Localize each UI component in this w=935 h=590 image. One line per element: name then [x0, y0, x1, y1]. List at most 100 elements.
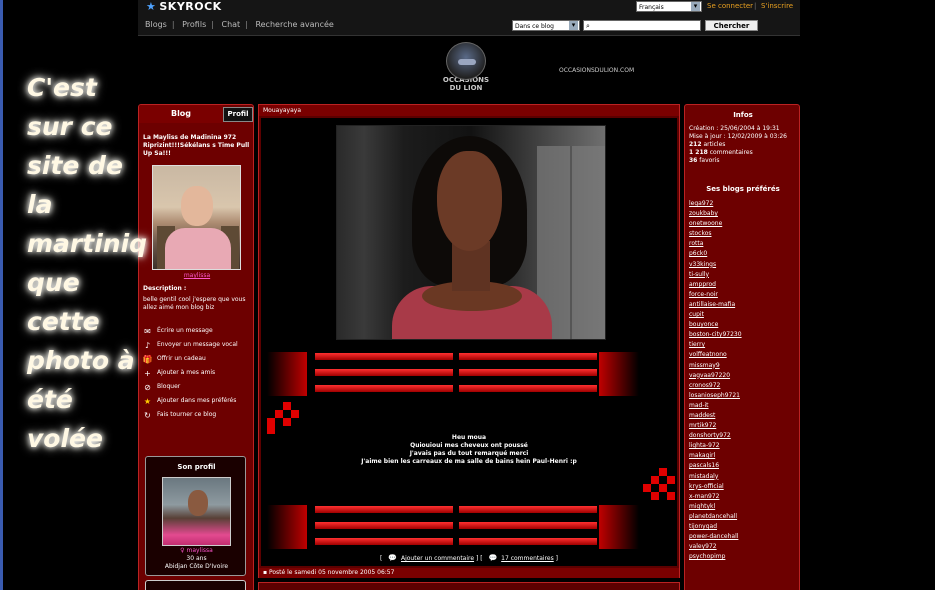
search-scope-select[interactable]: Dans ce blog	[512, 20, 580, 31]
favorite-blog-link[interactable]: cupit	[689, 310, 799, 320]
tab-profil[interactable]: Profil	[223, 107, 253, 122]
nav-profils[interactable]: Profils	[182, 20, 206, 29]
favorite-blog-link[interactable]: makagirl	[689, 451, 799, 461]
favorite-blog-link[interactable]: vagvaa97220	[689, 371, 799, 381]
banner-url: OCCASIONSDULION.COM	[559, 67, 635, 74]
favorite-blog-link[interactable]: mistadaly	[689, 472, 799, 482]
star-icon: ★	[146, 0, 157, 13]
favorite-blog-link[interactable]: donshorty972	[689, 431, 799, 441]
favorite-blog-link[interactable]: maddest	[689, 411, 799, 421]
blog-info: Création : 25/06/2004 à 19:31 Mise à jou…	[689, 125, 787, 164]
nav-chat[interactable]: Chat	[221, 20, 240, 29]
article-message: Heu moua Quiouioui mes cheveux ont pouss…	[361, 434, 577, 465]
favorite-blog-link[interactable]: bouyonce	[689, 320, 799, 330]
description-label: Description :	[143, 285, 187, 292]
window-edge	[0, 0, 3, 590]
comment-links: [ 💬 Ajouter un commentaire ] [ 💬 17 commen…	[380, 554, 558, 562]
favorite-blog-link[interactable]: force-noir	[689, 290, 799, 300]
favorite-blog-link[interactable]: stockos	[689, 229, 799, 239]
search-box[interactable]: ⌕	[583, 20, 701, 31]
favorite-blog-link[interactable]: zoukbaby	[689, 209, 799, 219]
top-nav: Blogs | Profils | Chat | Recherche avancée	[145, 20, 334, 29]
profile-location: Abidjan Côte D'Ivoire	[164, 563, 229, 570]
decor-stripes-top	[261, 352, 677, 396]
favorite-blog-link[interactable]: losanioseph9721	[689, 391, 799, 401]
language-select[interactable]: Français	[636, 1, 702, 12]
profile-photo[interactable]	[162, 477, 231, 546]
description-text: belle gentil cool j'espere que vous alle…	[143, 296, 246, 311]
favorite-blog-link[interactable]: rotta	[689, 239, 799, 249]
next-article	[258, 582, 680, 590]
favorite-blog-link[interactable]: planetdancehall	[689, 512, 799, 522]
nav-blogs[interactable]: Blogs	[145, 20, 167, 29]
favorite-blog-link[interactable]: tijonygad	[689, 522, 799, 532]
pixel-decor-left	[267, 402, 299, 434]
nav-advanced-search[interactable]: Recherche avancée	[255, 20, 333, 29]
favorite-blog-link[interactable]: mad-it	[689, 401, 799, 411]
comments-count-link[interactable]: 17 commentaires	[501, 555, 554, 562]
favorite-blog-link[interactable]: krys-official	[689, 482, 799, 492]
favorite-blog-link[interactable]: lega972	[689, 199, 799, 209]
avatar[interactable]	[152, 165, 241, 270]
favorite-blog-link[interactable]: psychopimp	[689, 552, 799, 562]
sidebar-tabs: Blog Profil	[139, 105, 253, 123]
profile-name-link[interactable]: ♀ maylissa	[146, 547, 247, 554]
tab-blog[interactable]: Blog	[139, 105, 223, 123]
favorite-blog-link[interactable]: boston-city97230	[689, 330, 799, 340]
favorite-blog-link[interactable]: onetwoone	[689, 219, 799, 229]
register-link[interactable]: S'inscrire	[761, 2, 793, 10]
favorite-blog-link[interactable]: volffeatnono	[689, 350, 799, 360]
blog-banner-logo[interactable]: OCCASIONS DU LION	[438, 42, 494, 92]
username-link[interactable]: maylissa	[139, 272, 253, 279]
favorite-blog-link[interactable]: mightykl	[689, 502, 799, 512]
favorite-blog-link[interactable]: power-dancehall	[689, 532, 799, 542]
share-blog-link[interactable]: ↻ Fais tourner ce blog	[141, 411, 253, 420]
favorite-blog-link[interactable]: missmay9	[689, 361, 799, 371]
voice-message-link[interactable]: ♪ Envoyer un message vocal	[141, 341, 253, 350]
divider: |	[754, 2, 757, 10]
add-favorite-link[interactable]: ★ Ajouter dans mes préférés	[141, 397, 253, 406]
favorites-heading: Ses blogs préférés	[706, 185, 780, 193]
search-button[interactable]: Chercher	[705, 20, 758, 31]
decor-stripes-bottom	[261, 505, 677, 549]
login-link[interactable]: Se connecter	[707, 2, 753, 10]
favorite-blogs-list: lega972 zoukbaby onetwoone stockos rotta p6ck…	[689, 199, 799, 562]
overlay-caption: C'est sur ce site de la martiniq que cet…	[27, 73, 148, 453]
favorite-blog-link[interactable]: lighta-972	[689, 441, 799, 451]
pixel-decor-right	[643, 468, 675, 500]
article-title[interactable]: Mouayayaya	[259, 105, 679, 116]
blog-title: La Mayliss de Madinina 972 Riprizint!!!S…	[143, 134, 250, 157]
favorite-blog-link[interactable]: p6ck0	[689, 249, 799, 259]
car-badge-icon	[446, 42, 486, 80]
top-bar: ★ SKYROCK Blogs | Profils | Chat | Recherche…	[138, 0, 800, 36]
right-sidebar: Infos Création : 25/06/2004 à 19:31 Mise…	[684, 104, 800, 590]
add-friend-link[interactable]: + Ajouter à mes amis	[141, 369, 253, 378]
favorite-blog-link[interactable]: tierry	[689, 340, 799, 350]
write-message-link[interactable]: ✉ Écrire un message	[141, 327, 253, 336]
comment-icon: 💬	[388, 554, 397, 562]
favorite-blog-link[interactable]: cronos972	[689, 381, 799, 391]
block-link[interactable]: ⊘ Bloquer	[141, 383, 253, 392]
favorite-blog-link[interactable]: ampprod	[689, 280, 799, 290]
offer-gift-link[interactable]: 🎁 Offrir un cadeau	[141, 355, 253, 364]
profile-box: Son profil ♀ maylissa 30 ans Abidjan Côt…	[145, 456, 246, 576]
info-heading: Infos	[733, 111, 753, 119]
favorite-blog-link[interactable]: valey972	[689, 542, 799, 552]
action-list: ✉ Écrire un message ♪ Envoyer un message v…	[141, 327, 253, 425]
posted-date: ▪ Posté le samedi 05 novembre 2005 06:57	[259, 568, 679, 578]
favorite-blog-link[interactable]: pascals16	[689, 461, 799, 471]
next-box	[145, 580, 246, 590]
search-input[interactable]	[594, 21, 699, 30]
favorite-blog-link[interactable]: x-man972	[689, 492, 799, 502]
search-icon: ⌕	[586, 22, 590, 30]
favorite-blog-link[interactable]: mrtik972	[689, 421, 799, 431]
skyrock-logo[interactable]: ★ SKYROCK	[146, 0, 222, 13]
article-photo[interactable]	[336, 125, 606, 340]
favorite-blog-link[interactable]: ti-sully	[689, 270, 799, 280]
favorite-blog-link[interactable]: v33kings	[689, 260, 799, 270]
favorite-blog-link[interactable]: antillaise-mafia	[689, 300, 799, 310]
profile-heading: Son profil	[177, 463, 216, 471]
add-comment-link[interactable]: Ajouter un commentaire	[401, 555, 474, 562]
profile-age: 30 ans	[186, 555, 207, 562]
article-body: Heu moua Quiouioui mes cheveux ont pouss…	[261, 118, 677, 566]
